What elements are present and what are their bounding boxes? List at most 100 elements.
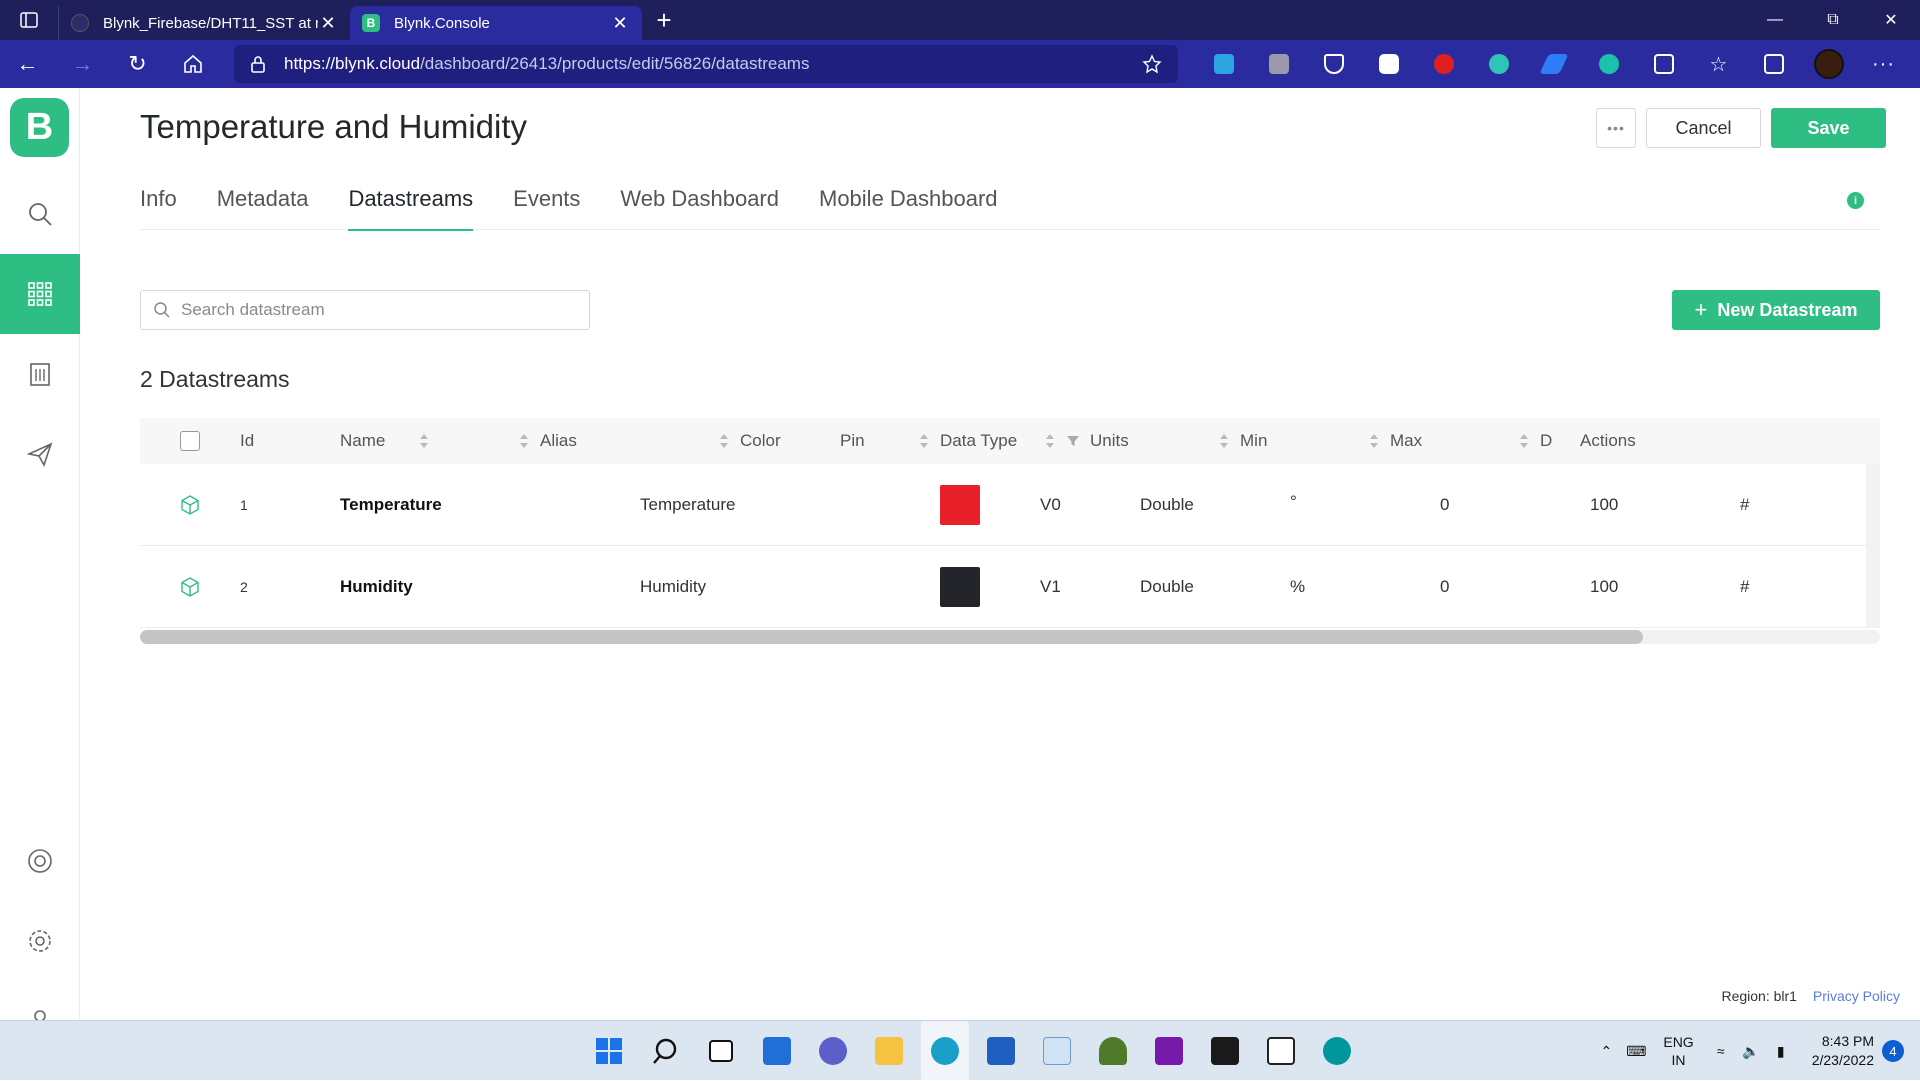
sidebar-item-settings[interactable]: [0, 901, 80, 981]
template-tabs: Info Metadata Datastreams Events Web Das…: [140, 186, 1880, 231]
back-button[interactable]: ←: [0, 40, 55, 88]
widgets-button[interactable]: [753, 1021, 801, 1081]
more-menu-icon[interactable]: ···: [1856, 40, 1911, 88]
task-view-button[interactable]: [697, 1021, 745, 1081]
row-icon-cell: [140, 464, 240, 545]
row-actions[interactable]: [1780, 464, 1880, 545]
tab-web-dashboard[interactable]: Web Dashboard: [620, 186, 779, 230]
volume-icon[interactable]: 🔈: [1736, 1043, 1766, 1060]
blynk-logo[interactable]: B: [10, 98, 69, 157]
refresh-button[interactable]: ↻: [110, 40, 165, 88]
cancel-button[interactable]: Cancel: [1646, 108, 1761, 148]
sort-icon[interactable]: [1520, 433, 1528, 449]
collections-icon[interactable]: [1746, 40, 1801, 88]
sort-icon[interactable]: [920, 433, 928, 449]
info-icon[interactable]: i: [1847, 192, 1864, 209]
extension-3-icon[interactable]: [1361, 40, 1416, 88]
column-header-max[interactable]: Max: [1390, 418, 1540, 464]
restore-button[interactable]: ⧉: [1804, 0, 1862, 40]
library-app-button[interactable]: [1257, 1021, 1305, 1081]
column-header-data-type[interactable]: Data Type: [940, 418, 1090, 464]
browser-tab-github[interactable]: Blynk_Firebase/DHT11_SST at ma ✕: [58, 6, 350, 40]
column-header-pin[interactable]: Pin: [840, 418, 940, 464]
taskbar-search-button[interactable]: [641, 1021, 689, 1081]
monitor-app-button[interactable]: [1033, 1021, 1081, 1081]
sort-icon[interactable]: [1220, 433, 1228, 449]
sidebar-item-templates[interactable]: [0, 254, 80, 334]
tree-app-button[interactable]: [1089, 1021, 1137, 1081]
tab-datastreams[interactable]: Datastreams: [348, 186, 473, 231]
extension-2-icon[interactable]: [1251, 40, 1306, 88]
scrollbar-thumb[interactable]: [140, 630, 1643, 644]
save-button[interactable]: Save: [1771, 108, 1886, 148]
notification-badge[interactable]: 4: [1882, 1040, 1904, 1062]
select-all-checkbox[interactable]: [180, 431, 200, 451]
chevron-up-icon[interactable]: ⌃: [1591, 1043, 1621, 1060]
sidebar-item-organizations[interactable]: [0, 334, 80, 414]
filter-icon[interactable]: [1066, 434, 1080, 448]
battery-icon[interactable]: ▮: [1766, 1043, 1796, 1060]
sidebar-item-send[interactable]: [0, 414, 80, 494]
close-window-button[interactable]: ✕: [1862, 0, 1920, 40]
sort-icon[interactable]: [1046, 433, 1054, 449]
sidebar-item-search[interactable]: [0, 174, 80, 254]
onenote-button[interactable]: [1145, 1021, 1193, 1081]
language-indicator[interactable]: ENG IN: [1663, 1033, 1693, 1069]
extension-shield-icon[interactable]: [1306, 40, 1361, 88]
column-header-units[interactable]: Units: [1090, 418, 1240, 464]
row-actions[interactable]: [1780, 546, 1880, 627]
store-button[interactable]: [977, 1021, 1025, 1081]
tab-mobile-dashboard[interactable]: Mobile Dashboard: [819, 186, 998, 230]
privacy-policy-link[interactable]: Privacy Policy: [1813, 988, 1900, 1004]
datastream-search[interactable]: [140, 290, 590, 330]
tab-metadata[interactable]: Metadata: [217, 186, 309, 230]
tab-actions-button[interactable]: [0, 0, 58, 40]
favorite-add-icon[interactable]: [1142, 54, 1164, 74]
home-button[interactable]: [165, 40, 220, 88]
file-explorer-button[interactable]: [865, 1021, 913, 1081]
profile-avatar[interactable]: [1801, 40, 1856, 88]
row-min: 0: [1440, 494, 1450, 514]
browser-tab-blynk[interactable]: B Blynk.Console ✕: [350, 6, 642, 40]
start-button[interactable]: [585, 1021, 633, 1081]
column-header-min[interactable]: Min: [1240, 418, 1390, 464]
column-header-alias[interactable]: Alias: [440, 418, 740, 464]
close-tab-icon[interactable]: ✕: [318, 13, 338, 34]
row-name[interactable]: Temperature: [340, 464, 640, 545]
sort-icon[interactable]: [720, 433, 728, 449]
forward-button[interactable]: →: [55, 40, 110, 88]
teams-chat-button[interactable]: [809, 1021, 857, 1081]
more-options-button[interactable]: •••: [1596, 108, 1636, 148]
table-vertical-scrollbar[interactable]: [1866, 464, 1880, 628]
extension-7-icon[interactable]: [1581, 40, 1636, 88]
tab-events[interactable]: Events: [513, 186, 580, 230]
cube-icon: [181, 494, 199, 515]
address-bar[interactable]: https://blynk.cloud/dashboard/26413/prod…: [234, 45, 1178, 83]
color-swatch: [940, 484, 980, 525]
row-alias: Temperature: [640, 494, 736, 514]
sidebar-item-help[interactable]: [0, 821, 80, 901]
wifi-icon[interactable]: ≈: [1706, 1043, 1736, 1059]
extension-5-icon[interactable]: [1471, 40, 1526, 88]
arduino-button[interactable]: [1313, 1021, 1361, 1081]
search-input[interactable]: [181, 300, 581, 320]
new-tab-button[interactable]: +: [642, 0, 686, 40]
keyboard-icon[interactable]: ⌨: [1621, 1043, 1651, 1060]
clock[interactable]: 8:43 PM 2/23/2022: [1812, 1032, 1874, 1070]
new-datastream-button[interactable]: + New Datastream: [1672, 290, 1880, 330]
table-row[interactable]: 1 Temperature Temperature V0 Double ° 0 …: [140, 464, 1880, 546]
extension-4-icon[interactable]: [1416, 40, 1471, 88]
extension-6-icon[interactable]: [1526, 40, 1581, 88]
tab-info[interactable]: Info: [140, 186, 177, 230]
filezilla-button[interactable]: [1201, 1021, 1249, 1081]
close-tab-icon[interactable]: ✕: [610, 13, 630, 34]
minimize-button[interactable]: —: [1746, 0, 1804, 40]
table-row[interactable]: 2 Humidity Humidity V1 Double % 0 100 #: [140, 546, 1880, 628]
extension-1-icon[interactable]: [1196, 40, 1251, 88]
favorites-icon[interactable]: ☆: [1691, 40, 1746, 88]
sort-icon[interactable]: [1370, 433, 1378, 449]
table-horizontal-scrollbar[interactable]: [140, 630, 1880, 644]
edge-button[interactable]: [921, 1021, 969, 1081]
row-name[interactable]: Humidity: [340, 546, 640, 627]
extensions-puzzle-icon[interactable]: [1636, 40, 1691, 88]
